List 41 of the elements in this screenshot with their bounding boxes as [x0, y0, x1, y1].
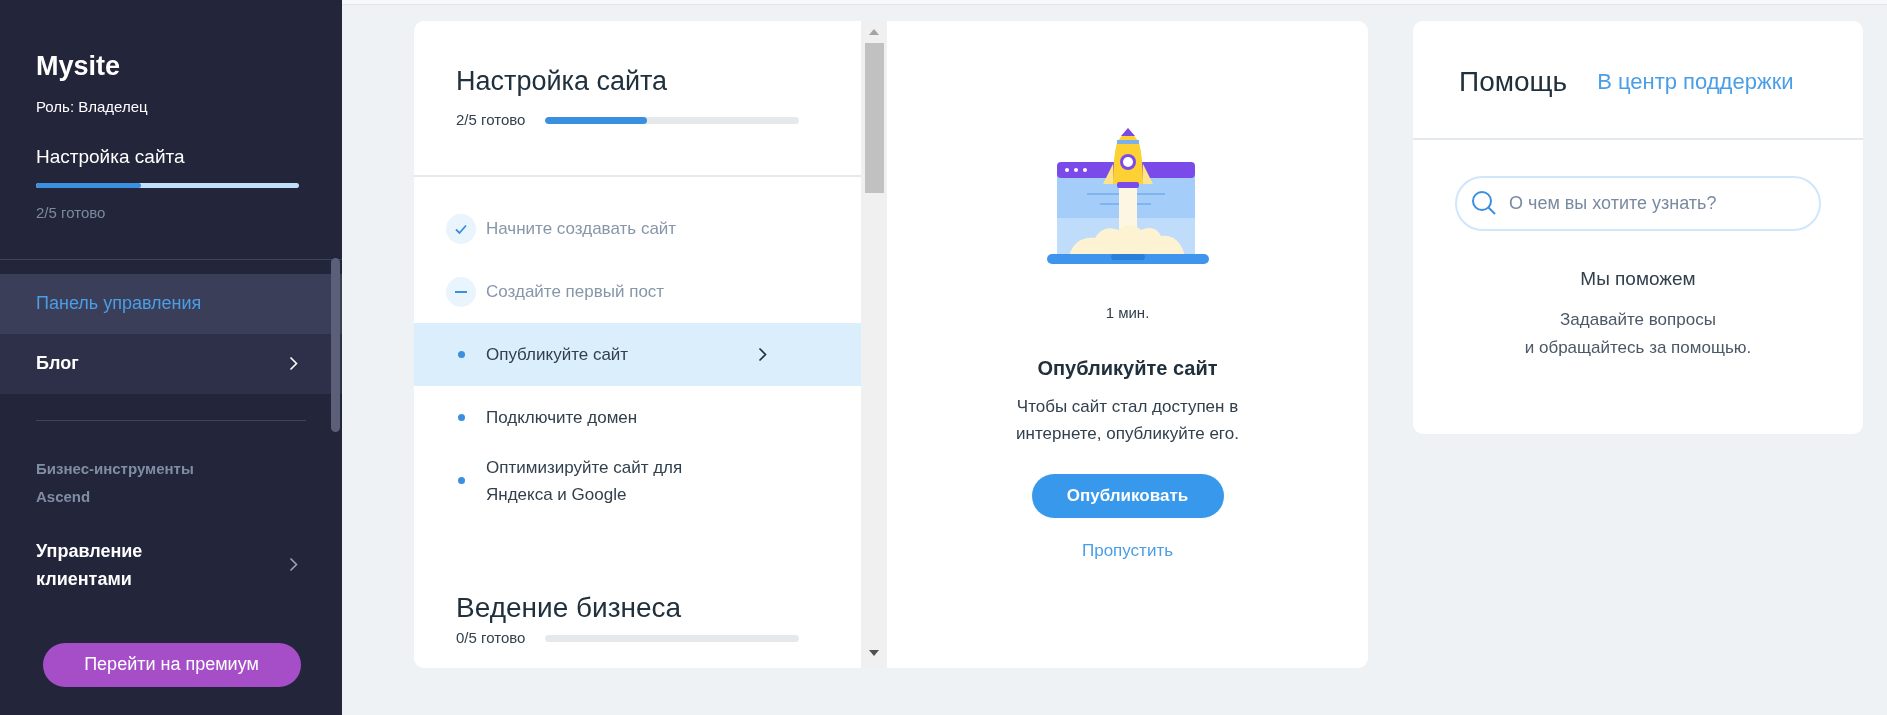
- check-icon: [446, 213, 476, 244]
- chevron-right-icon: [289, 557, 298, 572]
- upgrade-button[interactable]: Перейти на премиум: [42, 642, 301, 687]
- nav-item[interactable]: Управление клиентами: [0, 536, 342, 593]
- chevron-right-icon: [289, 356, 298, 371]
- step-description: Чтобы сайт стал доступен в интернете, опубликуйте его.: [1015, 395, 1240, 445]
- search-icon: [1471, 190, 1497, 216]
- site-name: Mysite: [36, 50, 122, 82]
- progress-label: 2/5 готово: [36, 203, 107, 223]
- support-link[interactable]: В центр поддержки: [1597, 65, 1794, 98]
- step-title: Опубликуйте сайт: [1037, 355, 1218, 381]
- scroll-up-icon[interactable]: [869, 29, 879, 35]
- bullet-icon: [457, 477, 465, 484]
- section-title: Ведение бизнеса: [456, 592, 683, 624]
- role-label: Роль: Владелец: [36, 97, 149, 117]
- duration-label: 1 мин.: [1105, 303, 1150, 323]
- help-description: Задавайте вопросы и обращайтесь за помощью.: [1524, 308, 1752, 359]
- scrollbar-thumb[interactable]: [864, 43, 884, 193]
- checklist-item[interactable]: Подключите домен: [414, 386, 861, 449]
- progress-label: 0/5 готово: [456, 630, 526, 646]
- checklist-item[interactable]: Оптимизируйте сайт для Яндекса и Google: [414, 449, 861, 512]
- section-label: Бизнес-инструменты Ascend: [35, 458, 195, 507]
- checklist-item[interactable]: Создайте первый пост: [414, 260, 861, 323]
- progress-label: 2/5 готово: [456, 110, 526, 130]
- bullet-icon: [457, 351, 465, 358]
- checklist-item[interactable]: Начните создавать сайт: [414, 197, 861, 260]
- skip-link[interactable]: Пропустить: [1081, 537, 1174, 563]
- setup-title: Настройка сайта: [36, 144, 186, 169]
- checklist-item[interactable]: Опубликуйте сайт: [414, 323, 861, 386]
- publish-button[interactable]: Опубликовать: [1031, 473, 1224, 518]
- scrollbar-thumb[interactable]: [331, 258, 340, 432]
- nav-item[interactable]: Панель управления: [0, 273, 342, 334]
- nav-item[interactable]: Блог: [0, 333, 342, 394]
- scroll-down-icon[interactable]: [869, 650, 879, 656]
- chevron-right-icon: [758, 347, 767, 362]
- search-field[interactable]: О чем вы хотите узнать?: [1455, 176, 1821, 231]
- bullet-icon: [457, 414, 465, 421]
- help-heading: Мы поможем: [1580, 267, 1696, 291]
- checklist-title: Настройка сайта: [456, 65, 669, 97]
- minus-icon: [446, 276, 476, 307]
- help-title: Помощь: [1459, 64, 1568, 99]
